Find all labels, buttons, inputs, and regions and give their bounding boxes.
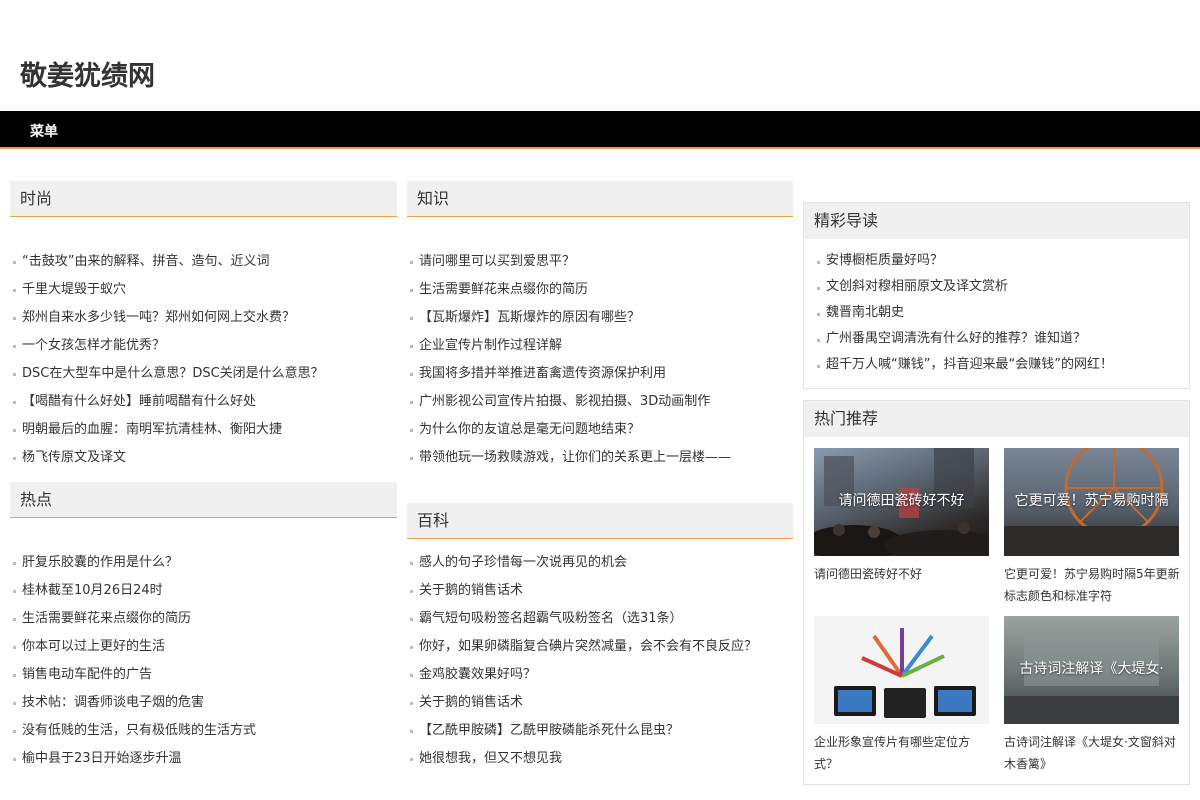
recommend-thumb-1[interactable]: 请问德田瓷砖好不好 xyxy=(814,448,989,556)
list-item[interactable]: 广州番禺空调清洗有什么好的推荐？谁知道？ xyxy=(814,326,1189,352)
list-item[interactable]: 肝复乐胶囊的作用是什么？ xyxy=(10,549,397,577)
list-item[interactable]: 超千万人喊“赚钱”，抖音迎来最“会赚钱”的网红！ xyxy=(814,352,1189,378)
list-item[interactable]: 带领他玩一场救赎游戏，让你们的关系更上一层楼—— xyxy=(407,444,793,472)
thumb-caption: 古诗词注解译《大堤女· xyxy=(1019,661,1164,677)
list-item[interactable]: 千里大堤毁于蚁穴 xyxy=(10,276,397,304)
recommend-card-title-1[interactable]: 请问德田瓷砖好不好 xyxy=(814,563,992,585)
list-item[interactable]: 杨飞传原文及译文 xyxy=(10,444,397,472)
list-item[interactable]: 企业宣传片制作过程详解 xyxy=(407,332,793,360)
section-title-knowledge: 知识 xyxy=(407,181,793,217)
list-item[interactable]: 明朝最后的血腥：南明军抗清桂林、衡阳大捷 xyxy=(10,416,397,444)
section-title-fashion: 时尚 xyxy=(10,181,397,217)
section-title-hot: 热点 xyxy=(10,482,397,518)
list-item[interactable]: 生活需要鲜花来点缀你的简历 xyxy=(10,605,397,633)
list-item[interactable]: 一个女孩怎样才能优秀？ xyxy=(10,332,397,360)
recommend-title: 热门推荐 xyxy=(804,401,1189,437)
list-item[interactable]: 请问哪里可以买到爱思平？ xyxy=(407,248,793,276)
list-item[interactable]: 霸气短句吸粉签名超霸气吸粉签名（选31条） xyxy=(407,605,793,633)
section-knowledge: 知识 请问哪里可以买到爱思平？ 生活需要鲜花来点缀你的简历 【瓦斯爆炸】瓦斯爆炸… xyxy=(407,181,793,472)
list-item[interactable]: 感人的句子珍惜每一次说再见的机会 xyxy=(407,549,793,577)
featured-box: 精彩导读 安博橱柜质量好吗？ 文创斜对穆相丽原文及译文赏析 魏晋南北朝史 广州番… xyxy=(803,202,1190,389)
list-item[interactable]: 你好，如果卵磷脂复合碘片突然减量，会不会有不良反应？ xyxy=(407,633,793,661)
section-title-encyclopedia: 百科 xyxy=(407,503,793,539)
list-item[interactable]: DSC在大型车中是什么意思？DSC关闭是什么意思？ xyxy=(10,360,397,388)
section-fashion: 时尚 “击鼓攻”由来的解释、拼音、造句、近义词 千里大堤毁于蚁穴 郑州自来水多少… xyxy=(10,181,397,472)
list-item[interactable]: 文创斜对穆相丽原文及译文赏析 xyxy=(814,274,1189,300)
article-list-fashion: “击鼓攻”由来的解释、拼音、造句、近义词 千里大堤毁于蚁穴 郑州自来水多少钱一吨… xyxy=(10,248,397,472)
thumb-caption: 请问德田瓷砖好不好 xyxy=(838,493,965,509)
list-item[interactable]: 桂林截至10月26日24时 xyxy=(10,577,397,605)
featured-title: 精彩导读 xyxy=(804,203,1189,239)
article-list-encyclopedia: 感人的句子珍惜每一次说再见的机会 关于鹅的销售话术 霸气短句吸粉签名超霸气吸粉签… xyxy=(407,549,793,773)
list-item[interactable]: 你本可以过上更好的生活 xyxy=(10,633,397,661)
list-item[interactable]: 我国将多措并举推进畜禽遗传资源保护利用 xyxy=(407,360,793,388)
list-item[interactable]: 关于鹅的销售话术 xyxy=(407,689,793,717)
recommend-card-title-4[interactable]: 古诗词注解译《大堤女·文窗斜对木香篱》 xyxy=(1004,731,1182,775)
list-item[interactable]: 【瓦斯爆炸】瓦斯爆炸的原因有哪些？ xyxy=(407,304,793,332)
featured-list: 安博橱柜质量好吗？ 文创斜对穆相丽原文及译文赏析 魏晋南北朝史 广州番禺空调清洗… xyxy=(804,248,1189,378)
list-item[interactable]: 广州影视公司宣传片拍摄、影视拍摄、3D动画制作 xyxy=(407,388,793,416)
site-title[interactable]: 敬姜犹绩网 xyxy=(20,54,155,93)
list-item[interactable]: 金鸡胶囊效果好吗？ xyxy=(407,661,793,689)
list-item[interactable]: 为什么你的友谊总是毫无问题地结束？ xyxy=(407,416,793,444)
article-list-knowledge: 请问哪里可以买到爱思平？ 生活需要鲜花来点缀你的简历 【瓦斯爆炸】瓦斯爆炸的原因… xyxy=(407,248,793,472)
list-item[interactable]: 【喝醋有什么好处】睡前喝醋有什么好处 xyxy=(10,388,397,416)
list-item[interactable]: 生活需要鲜花来点缀你的简历 xyxy=(407,276,793,304)
list-item[interactable]: “击鼓攻”由来的解释、拼音、造句、近义词 xyxy=(10,248,397,276)
main-navbar: 菜单 xyxy=(0,111,1200,149)
list-item[interactable]: 技术帖：调香师谈电子烟的危害 xyxy=(10,689,397,717)
list-item[interactable]: 魏晋南北朝史 xyxy=(814,300,1189,326)
monitors-image xyxy=(834,628,976,718)
list-item[interactable]: 没有低贱的生活，只有极低贱的生活方式 xyxy=(10,717,397,745)
list-item[interactable]: 她很想我，但又不想见我 xyxy=(407,745,793,773)
recommend-card-title-3[interactable]: 企业形象宣传片有哪些定位方式？ xyxy=(814,731,992,775)
recommend-thumb-3[interactable] xyxy=(814,616,989,724)
section-hot: 热点 肝复乐胶囊的作用是什么？ 桂林截至10月26日24时 生活需要鲜花来点缀你… xyxy=(10,482,397,773)
recommend-thumb-2[interactable]: 它更可爱！苏宁易购时隔 xyxy=(1004,448,1179,556)
list-item[interactable]: 安博橱柜质量好吗？ xyxy=(814,248,1189,274)
article-list-hot: 肝复乐胶囊的作用是什么？ 桂林截至10月26日24时 生活需要鲜花来点缀你的简历… xyxy=(10,549,397,773)
thumb-caption: 它更可爱！苏宁易购时隔 xyxy=(1014,493,1169,509)
recommend-card-title-2[interactable]: 它更可爱！苏宁易购时隔5年更新标志颜色和标准字符 xyxy=(1004,563,1182,607)
list-item[interactable]: 【乙酰甲胺磷】乙酰甲胺磷能杀死什么昆虫？ xyxy=(407,717,793,745)
nav-menu-item[interactable]: 菜单 xyxy=(30,121,58,141)
list-item[interactable]: 关于鹅的销售话术 xyxy=(407,577,793,605)
section-encyclopedia: 百科 感人的句子珍惜每一次说再见的机会 关于鹅的销售话术 霸气短句吸粉签名超霸气… xyxy=(407,503,793,773)
recommend-thumb-4[interactable]: 古诗词注解译《大堤女· xyxy=(1004,616,1179,724)
list-item[interactable]: 销售电动车配件的广告 xyxy=(10,661,397,689)
recommend-box: 热门推荐 请问德田瓷砖好不好 请问德田瓷砖好不好 它更可爱！苏宁易购时隔 它更可… xyxy=(803,400,1190,785)
list-item[interactable]: 郑州自来水多少钱一吨？郑州如何网上交水费？ xyxy=(10,304,397,332)
list-item[interactable]: 榆中县于23日开始逐步升温 xyxy=(10,745,397,773)
